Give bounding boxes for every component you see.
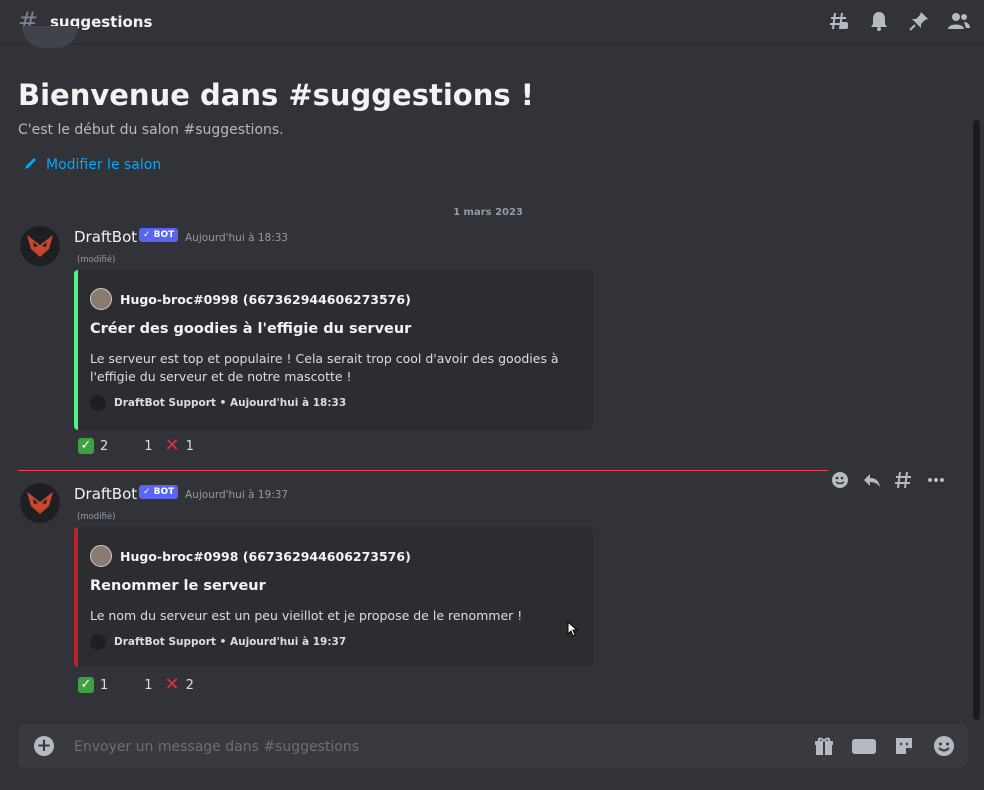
embed-author-name: Hugo-broc#0998 (667362944606273576) <box>120 548 411 564</box>
bot-badge: ✓ BOT <box>139 228 179 242</box>
embed-author-name: Hugo-broc#0998 (667362944606273576) <box>120 291 411 307</box>
embed-author: Hugo-broc#0998 (667362944606273576) <box>90 545 411 567</box>
cross-icon: ✕ <box>164 435 180 456</box>
reaction-count: 2 <box>185 677 194 693</box>
header-toolbar <box>828 10 970 32</box>
reaction-check[interactable]: ✓ 1 <box>78 674 108 696</box>
message-input[interactable] <box>72 734 676 760</box>
embed: Hugo-broc#0998 (667362944606273576) Reno… <box>74 527 593 667</box>
create-thread-icon[interactable] <box>894 470 914 490</box>
scrollbar[interactable] <box>973 120 980 720</box>
avatar[interactable] <box>20 226 60 266</box>
embed-title: Créer des goodies à l'effigie du serveur <box>90 321 412 337</box>
neutral-icon <box>120 677 138 693</box>
edit-channel-label: Modifier le salon <box>46 157 162 173</box>
message-author[interactable]: DraftBot <box>74 228 137 246</box>
bell-icon[interactable] <box>868 10 890 32</box>
neutral-icon <box>120 438 138 454</box>
reaction-count: 1 <box>144 677 153 693</box>
embed-footer: DraftBot Support • Aujourd'hui à 18:33 <box>90 395 346 411</box>
date-divider: 1 mars 2023 <box>18 200 958 218</box>
channel-header: # suggestions <box>0 0 984 44</box>
date-divider-label: 1 mars 2023 <box>453 207 523 218</box>
reply-icon[interactable] <box>862 470 882 490</box>
pencil-icon <box>24 156 38 174</box>
sticker-icon[interactable] <box>892 735 916 757</box>
pin-icon[interactable] <box>908 10 930 32</box>
reactions: ✓ 1 1 ✕ 2 <box>78 674 194 696</box>
reaction-cross[interactable]: ✕ 1 <box>165 435 194 457</box>
threads-icon[interactable] <box>828 10 850 32</box>
reactions: ✓ 2 1 ✕ 1 <box>78 435 194 457</box>
emoji-icon[interactable] <box>932 735 956 757</box>
welcome-title: Bienvenue dans #suggestions ! <box>18 78 534 112</box>
reaction-check[interactable]: ✓ 2 <box>78 435 108 457</box>
embed-footer-text: DraftBot Support • Aujourd'hui à 19:37 <box>114 636 347 648</box>
reaction-count: 1 <box>185 438 194 454</box>
edit-channel-link[interactable]: Modifier le salon <box>24 156 161 174</box>
members-icon[interactable] <box>948 10 970 32</box>
edited-label: (modifié) <box>77 255 116 265</box>
attach-plus-icon[interactable]: + <box>34 736 54 756</box>
embed-description: Le nom du serveur est un peu vieillot et… <box>90 608 523 623</box>
avatar[interactable] <box>20 483 60 523</box>
embed-footer-text: DraftBot Support • Aujourd'hui à 18:33 <box>114 397 347 409</box>
check-icon: ✓ <box>78 438 94 454</box>
embed-title: Renommer le serveur <box>90 578 266 594</box>
channel-welcome-avatar <box>22 26 78 48</box>
check-icon: ✓ <box>78 677 94 693</box>
embed-color-bar <box>74 527 78 667</box>
footer-icon <box>90 395 106 411</box>
message-timestamp: Aujourd'hui à 19:37 <box>185 489 289 501</box>
embed-description: Le serveur est top et populaire ! Cela s… <box>90 351 559 384</box>
message-author[interactable]: DraftBot <box>74 485 137 503</box>
message-hover-toolbar <box>830 470 946 490</box>
message-composer: + GIF <box>18 724 968 768</box>
embed-author: Hugo-broc#0998 (667362944606273576) <box>90 288 411 310</box>
composer-tools: GIF <box>812 735 956 757</box>
reaction-count: 1 <box>144 438 153 454</box>
reaction-neutral[interactable]: 1 <box>120 435 152 457</box>
embed-color-bar <box>74 270 78 430</box>
edited-label: (modifié) <box>77 512 116 522</box>
welcome-subtitle: C'est le début du salon #suggestions. <box>18 122 284 138</box>
reaction-neutral[interactable]: 1 <box>120 674 152 696</box>
embed-author-avatar <box>90 545 112 567</box>
embed: Hugo-broc#0998 (667362944606273576) Crée… <box>74 270 593 430</box>
embed-footer: DraftBot Support • Aujourd'hui à 19:37 <box>90 634 346 650</box>
message-timestamp: Aujourd'hui à 18:33 <box>185 232 289 244</box>
cross-icon: ✕ <box>164 674 180 695</box>
gift-icon[interactable] <box>812 735 836 757</box>
reaction-cross[interactable]: ✕ 2 <box>165 674 194 696</box>
embed-author-avatar <box>90 288 112 310</box>
reaction-count: 2 <box>100 438 109 454</box>
gif-icon[interactable]: GIF <box>851 735 877 757</box>
bot-badge: ✓ BOT <box>139 485 179 499</box>
reaction-count: 1 <box>100 677 109 693</box>
add-reaction-icon[interactable] <box>830 470 850 490</box>
more-options-icon[interactable] <box>926 470 946 490</box>
new-messages-divider <box>18 470 828 471</box>
footer-icon <box>90 634 106 650</box>
